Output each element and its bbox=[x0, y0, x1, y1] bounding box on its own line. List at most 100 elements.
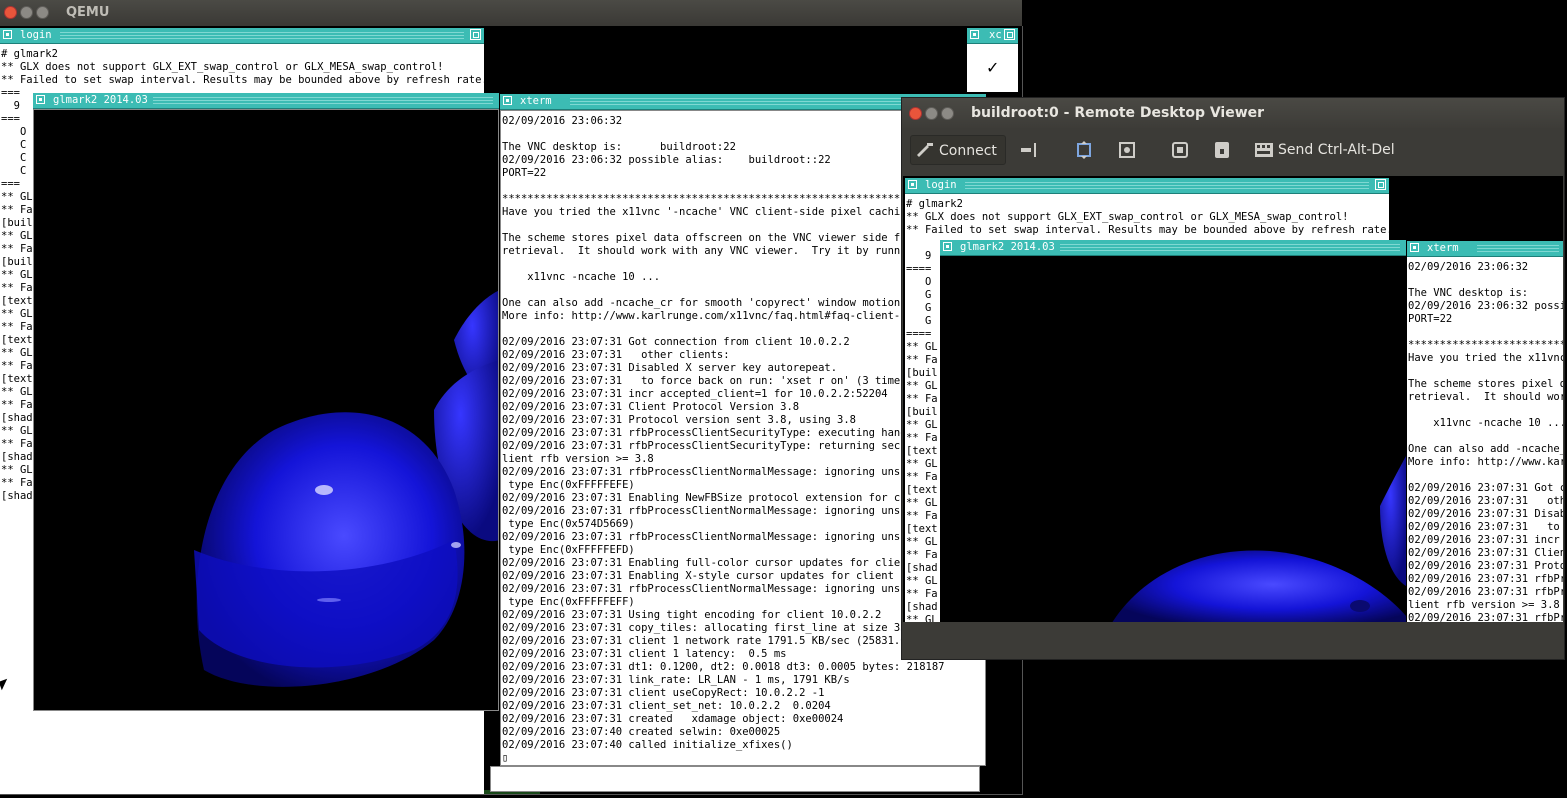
terminal-line: 02/09/2016 23:07:31 client_set_net: 10.0… bbox=[502, 700, 831, 712]
terminal-line: ==== bbox=[906, 263, 932, 275]
inner-login-title: login bbox=[925, 179, 957, 191]
lock-icon[interactable] bbox=[1212, 140, 1232, 160]
maximize-icon[interactable] bbox=[36, 6, 49, 19]
qemu-titlebar[interactable]: QEMU bbox=[0, 0, 1022, 26]
fit-window-icon[interactable] bbox=[1074, 140, 1094, 160]
rdv-toolbar: Connect Send Ctrl-Alt-Del bbox=[902, 128, 1564, 174]
resize-icon[interactable] bbox=[1375, 179, 1386, 190]
ctrl-alt-del-label: Send Ctrl-Alt-Del bbox=[1278, 142, 1395, 158]
terminal-line: ** GL bbox=[1, 308, 33, 320]
disconnect-icon[interactable] bbox=[1019, 140, 1039, 160]
minimize-icon[interactable] bbox=[20, 6, 33, 19]
screenshot-icon[interactable] bbox=[1117, 140, 1137, 160]
terminal-line: ** GL bbox=[906, 341, 938, 353]
terminal-line: 02/09/2016 23:07:31 Got co bbox=[1408, 482, 1563, 494]
terminal-line: ** GL bbox=[1, 347, 33, 359]
terminal-line: [text bbox=[906, 523, 938, 535]
maximize-icon[interactable] bbox=[941, 107, 954, 120]
terminal-line: ** Fa bbox=[1, 243, 33, 255]
xc-window[interactable]: ✓ bbox=[967, 44, 1018, 92]
terminal-line: [text bbox=[1, 334, 33, 346]
login-titlebar[interactable]: login bbox=[0, 28, 484, 44]
minimize-icon[interactable] bbox=[925, 107, 938, 120]
terminal-line: [shad bbox=[1, 451, 33, 463]
iconify-icon[interactable] bbox=[908, 180, 917, 189]
inner-rendered-3d-object bbox=[1112, 456, 1406, 622]
terminal-line: lient rfb version >= 3.8 bbox=[1408, 599, 1560, 611]
terminal-line: ** Fa bbox=[906, 393, 938, 405]
terminal-line: 02/09/2016 23:07:40 called initialize_xf… bbox=[502, 739, 793, 751]
rdv-titlebar[interactable]: buildroot:0 - Remote Desktop Viewer bbox=[902, 98, 1564, 128]
terminal-line: [buil bbox=[906, 406, 938, 418]
terminal-line: More info: http://www.karl bbox=[1408, 456, 1563, 468]
terminal-line: ** Fa bbox=[906, 549, 938, 561]
remote-desktop-viewer-window[interactable]: buildroot:0 - Remote Desktop Viewer Conn… bbox=[901, 97, 1565, 660]
iconify-icon[interactable] bbox=[970, 30, 979, 39]
xc-title: xc bbox=[989, 29, 1002, 41]
keyboard-icon bbox=[1255, 143, 1273, 157]
terminal-line: # glmark2 bbox=[906, 198, 963, 210]
connect-button[interactable]: Connect bbox=[910, 135, 1006, 165]
terminal-line: [buil bbox=[1, 256, 33, 268]
terminal-line: [text bbox=[1, 373, 33, 385]
iconify-icon[interactable] bbox=[1410, 243, 1419, 252]
close-icon[interactable] bbox=[4, 6, 17, 19]
close-icon[interactable] bbox=[909, 107, 922, 120]
check-icon: ✓ bbox=[986, 58, 1000, 77]
xterm-title: xterm bbox=[520, 95, 552, 107]
glmark-titlebar[interactable]: glmark2 2014.03 bbox=[33, 93, 499, 109]
resize-icon[interactable] bbox=[1004, 29, 1015, 40]
terminal-line: ** GL bbox=[906, 497, 938, 509]
terminal-line: ** Fa bbox=[1, 321, 33, 333]
terminal-line: G bbox=[906, 289, 932, 301]
terminal-line: 02/09/2016 23:07:31 Client bbox=[1408, 547, 1563, 559]
terminal-line: ** Fa bbox=[906, 588, 938, 600]
terminal-line: 02/09/2016 23:07:31 created xdamage obje… bbox=[502, 713, 844, 725]
terminal-line: ** GL bbox=[1, 464, 33, 476]
terminal-line: C bbox=[1, 139, 27, 151]
terminal-line: 02/09/2016 23:07:31 Protoc bbox=[1408, 560, 1563, 572]
iconify-icon[interactable] bbox=[36, 95, 45, 104]
glmark-title: glmark2 2014.03 bbox=[53, 94, 148, 106]
scaling-icon[interactable] bbox=[1170, 140, 1190, 160]
terminal-line: [shad bbox=[1, 490, 33, 502]
resize-icon[interactable] bbox=[470, 29, 481, 40]
titlebar-stripes bbox=[153, 96, 493, 104]
terminal-line: ** Fa bbox=[906, 510, 938, 522]
terminal-line: 02/09/2016 23:07:31 to f bbox=[1408, 521, 1563, 533]
inner-xterm-terminal[interactable]: 02/09/2016 23:06:32 The VNC desktop is: … bbox=[1407, 257, 1563, 622]
inner-login-titlebar[interactable]: login bbox=[905, 178, 1389, 194]
terminal-line: ** Fa bbox=[1, 438, 33, 450]
inner-glmark-canvas[interactable] bbox=[940, 256, 1406, 622]
terminal-line: PORT=22 bbox=[1408, 313, 1453, 325]
terminal-line: ==== bbox=[906, 328, 932, 340]
terminal-line: [text bbox=[906, 445, 938, 457]
iconify-icon[interactable] bbox=[503, 96, 512, 105]
terminal-line: 02/09/2016 23:06:32 possib bbox=[1408, 300, 1563, 312]
terminal-line: ** GL bbox=[906, 614, 938, 622]
iconify-icon[interactable] bbox=[3, 30, 12, 39]
terminal-line: ** GL bbox=[1, 425, 33, 437]
xc-titlebar[interactable]: xc bbox=[967, 28, 1018, 44]
inner-xterm-titlebar[interactable]: xterm bbox=[1407, 241, 1563, 257]
terminal-line: [shad bbox=[906, 601, 938, 613]
xterm-shadow-edge bbox=[490, 766, 980, 792]
vnc-remote-screen[interactable]: login # glmark2 ** GLX does not support G… bbox=[903, 176, 1563, 622]
terminal-line: ▯ bbox=[502, 752, 509, 764]
terminal-line: ** Fa bbox=[1, 282, 33, 294]
glmark-canvas[interactable] bbox=[33, 109, 499, 711]
rdv-title: buildroot:0 - Remote Desktop Viewer bbox=[971, 105, 1265, 121]
terminal-line: [buil bbox=[906, 367, 938, 379]
terminal-line: C bbox=[1, 165, 27, 177]
terminal-line: ** Fa bbox=[1, 360, 33, 372]
terminal-line: 02/09/2016 23:07:31 othe bbox=[1408, 495, 1563, 507]
terminal-line: 02/09/2016 23:07:31 dt1: 0.1200, dt2: 0.… bbox=[502, 661, 945, 673]
inner-glmark-titlebar[interactable]: glmark2 2014.03 bbox=[940, 240, 1406, 256]
iconify-icon[interactable] bbox=[943, 242, 952, 251]
terminal-line: G bbox=[906, 315, 932, 327]
terminal-line: ** GL bbox=[906, 419, 938, 431]
send-ctrl-alt-del-button[interactable]: Send Ctrl-Alt-Del bbox=[1254, 135, 1395, 165]
inner-xterm-output: 02/09/2016 23:06:32 The VNC desktop is: … bbox=[1408, 261, 1563, 622]
